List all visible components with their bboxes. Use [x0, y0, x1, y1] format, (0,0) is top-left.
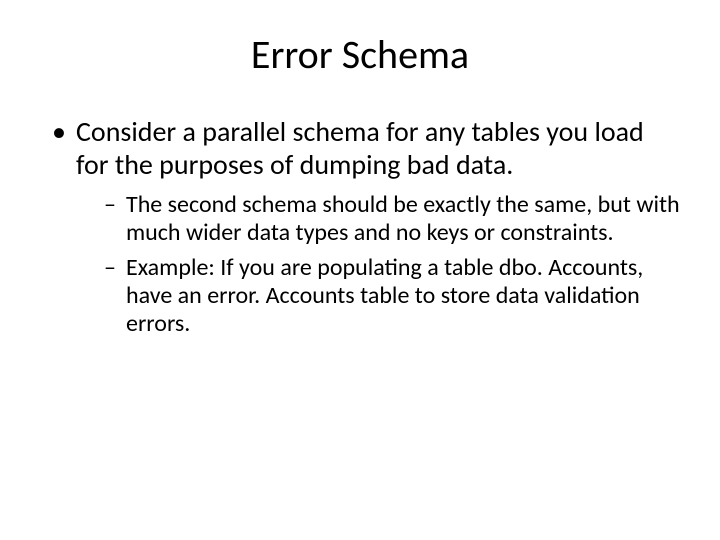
sub-bullet-item: The second schema should be exactly the … [104, 191, 682, 248]
bullet-list-level1: Consider a parallel schema for any table… [30, 115, 690, 339]
sub-bullet-item: Example: If you are populating a table d… [104, 254, 682, 339]
sub-bullet-text: The second schema should be exactly the … [126, 190, 680, 247]
slide: Error Schema Consider a parallel schema … [0, 0, 720, 540]
slide-title: Error Schema [30, 30, 690, 79]
bullet-text: Consider a parallel schema for any table… [76, 114, 644, 182]
bullet-list-level2: The second schema should be exactly the … [76, 191, 682, 339]
bullet-item: Consider a parallel schema for any table… [48, 115, 682, 339]
sub-bullet-text: Example: If you are populating a table d… [126, 253, 643, 339]
